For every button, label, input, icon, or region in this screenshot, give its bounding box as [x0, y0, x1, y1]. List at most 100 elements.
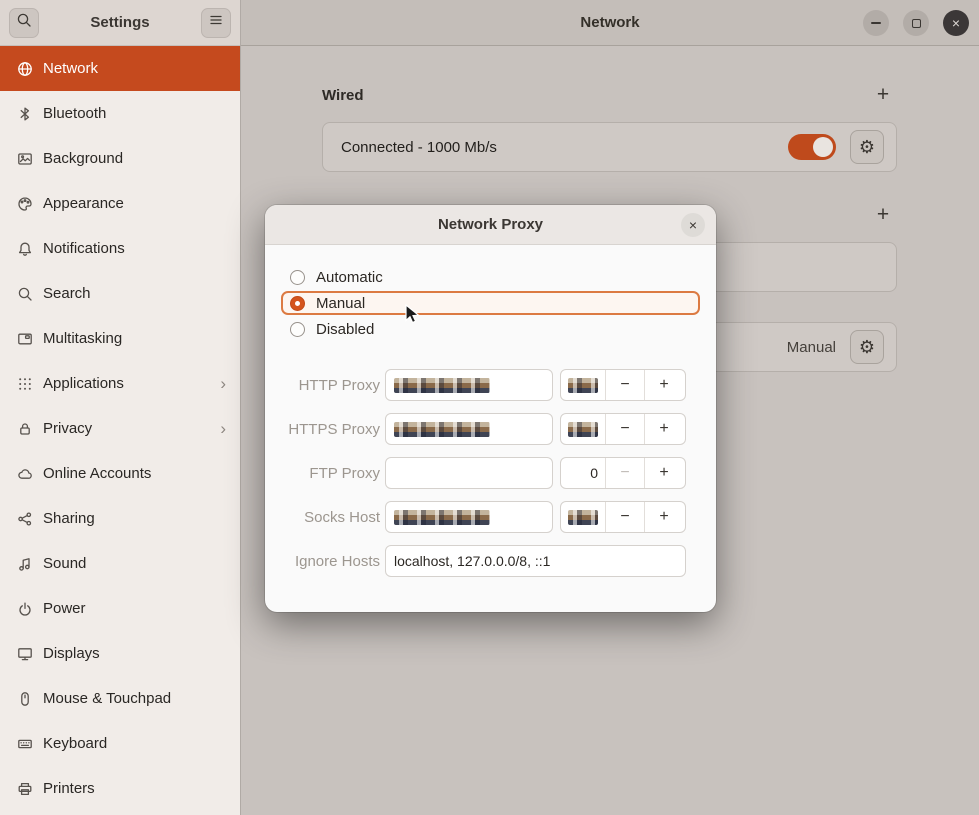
http-proxy-port-spinner[interactable]: − +: [560, 369, 686, 401]
sidebar-item-background[interactable]: Background: [0, 136, 240, 181]
https-proxy-input[interactable]: [385, 413, 553, 445]
radio-checked-icon: [290, 296, 305, 311]
redacted-host-value: [394, 378, 490, 393]
http-proxy-port-value: [561, 370, 605, 400]
add-vpn-button[interactable]: +: [869, 201, 897, 229]
http-proxy-label: HTTP Proxy: [281, 377, 380, 394]
sidebar-item-network[interactable]: Network: [0, 46, 240, 91]
redacted-port-value: [568, 422, 598, 437]
proxy-method-manual[interactable]: Manual: [281, 291, 700, 315]
radio-label: Manual: [316, 295, 365, 312]
sidebar-item-label: Mouse & Touchpad: [43, 690, 171, 707]
sidebar-item-appearance[interactable]: Appearance: [0, 181, 240, 226]
http-proxy-input[interactable]: [385, 369, 553, 401]
socks-port-value: [561, 502, 605, 532]
ignore-hosts-input[interactable]: localhost, 127.0.0.0/8, ::1: [385, 545, 686, 577]
network-proxy-dialog: Network Proxy × Automatic Manual Disable…: [265, 205, 716, 612]
sidebar-item-applications[interactable]: Applications ›: [0, 361, 240, 406]
decrement-button[interactable]: −: [605, 502, 644, 532]
proxy-method-automatic[interactable]: Automatic: [281, 265, 700, 289]
radio-unchecked-icon: [290, 322, 305, 337]
sidebar-item-online-accounts[interactable]: Online Accounts: [0, 451, 240, 496]
sidebar-item-label: Applications: [43, 375, 124, 392]
wired-section-title: Wired: [322, 87, 364, 104]
proxy-method-group: Automatic Manual Disabled: [265, 245, 716, 341]
ignore-hosts-label: Ignore Hosts: [281, 553, 380, 570]
wired-settings-button[interactable]: ⚙: [850, 130, 884, 164]
add-wired-connection-button[interactable]: +: [869, 81, 897, 109]
network-icon: [17, 61, 33, 77]
close-dialog-button[interactable]: ×: [681, 213, 705, 237]
connection-status: Connected - 1000 Mb/s: [341, 139, 497, 156]
redacted-host-value: [394, 510, 490, 525]
sidebar-item-label: Network: [43, 60, 98, 77]
proxy-settings-button[interactable]: ⚙: [850, 330, 884, 364]
proxy-mode-value: Manual: [787, 339, 836, 356]
sidebar-item-search[interactable]: Search: [0, 271, 240, 316]
appearance-icon: [17, 196, 33, 212]
wired-connection-row[interactable]: Connected - 1000 Mb/s ⚙: [322, 122, 897, 172]
proxy-method-disabled[interactable]: Disabled: [281, 317, 700, 341]
increment-button[interactable]: +: [644, 414, 683, 444]
ftp-proxy-label: FTP Proxy: [281, 465, 380, 482]
https-proxy-row: HTTPS Proxy − +: [281, 413, 716, 445]
sidebar-item-notifications[interactable]: Notifications: [0, 226, 240, 271]
decrement-button[interactable]: −: [605, 458, 644, 488]
search-button[interactable]: [9, 8, 39, 38]
minimize-icon: [871, 22, 881, 24]
keyboard-icon: [17, 736, 33, 752]
sidebar-item-bluetooth[interactable]: Bluetooth: [0, 91, 240, 136]
sidebar-item-keyboard[interactable]: Keyboard: [0, 721, 240, 766]
socks-host-input[interactable]: [385, 501, 553, 533]
https-proxy-port-value: [561, 414, 605, 444]
settings-window: Settings Network Bluetooth Background Ap…: [0, 0, 979, 815]
increment-button[interactable]: +: [644, 458, 683, 488]
sidebar-item-label: Sharing: [43, 510, 95, 527]
ftp-proxy-input[interactable]: [385, 457, 553, 489]
https-proxy-port-spinner[interactable]: − +: [560, 413, 686, 445]
cloud-icon: [17, 466, 33, 482]
sidebar-item-printers[interactable]: Printers: [0, 766, 240, 811]
sidebar-item-label: Power: [43, 600, 86, 617]
sidebar-item-power[interactable]: Power: [0, 586, 240, 631]
sidebar: Settings Network Bluetooth Background Ap…: [0, 0, 241, 815]
close-icon: ×: [689, 217, 697, 233]
close-window-button[interactable]: ×: [943, 10, 969, 36]
socks-host-label: Socks Host: [281, 509, 380, 526]
increment-button[interactable]: +: [644, 370, 683, 400]
socks-host-row: Socks Host − +: [281, 501, 716, 533]
sidebar-item-multitasking[interactable]: Multitasking: [0, 316, 240, 361]
primary-menu-button[interactable]: [201, 8, 231, 38]
socks-port-spinner[interactable]: − +: [560, 501, 686, 533]
power-icon: [17, 601, 33, 617]
maximize-button[interactable]: [903, 10, 929, 36]
app-grid-icon: [17, 376, 33, 392]
sidebar-item-privacy[interactable]: Privacy ›: [0, 406, 240, 451]
search-icon: [16, 12, 32, 33]
ftp-proxy-port-spinner[interactable]: 0 − +: [560, 457, 686, 489]
sidebar-item-displays[interactable]: Displays: [0, 631, 240, 676]
redacted-host-value: [394, 422, 490, 437]
sidebar-item-label: Bluetooth: [43, 105, 106, 122]
sidebar-item-mouse-touchpad[interactable]: Mouse & Touchpad: [0, 676, 240, 721]
ignore-hosts-row: Ignore Hosts localhost, 127.0.0.0/8, ::1: [281, 545, 716, 577]
music-note-icon: [17, 556, 33, 572]
increment-button[interactable]: +: [644, 502, 683, 532]
lock-icon: [17, 421, 33, 437]
sidebar-item-label: Appearance: [43, 195, 124, 212]
ftp-proxy-port-value: 0: [561, 458, 605, 488]
sidebar-item-sound[interactable]: Sound: [0, 541, 240, 586]
http-proxy-row: HTTP Proxy − +: [281, 369, 716, 401]
page-title: Network: [580, 14, 639, 31]
decrement-button[interactable]: −: [605, 370, 644, 400]
minimize-button[interactable]: [863, 10, 889, 36]
monitor-icon: [17, 646, 33, 662]
sidebar-item-sharing[interactable]: Sharing: [0, 496, 240, 541]
decrement-button[interactable]: −: [605, 414, 644, 444]
hamburger-menu-icon: [208, 12, 224, 33]
gear-icon: ⚙: [859, 137, 875, 158]
sidebar-list: Network Bluetooth Background Appearance …: [0, 46, 240, 811]
sidebar-title: Settings: [39, 14, 201, 31]
wired-toggle[interactable]: [788, 134, 836, 160]
background-icon: [17, 151, 33, 167]
